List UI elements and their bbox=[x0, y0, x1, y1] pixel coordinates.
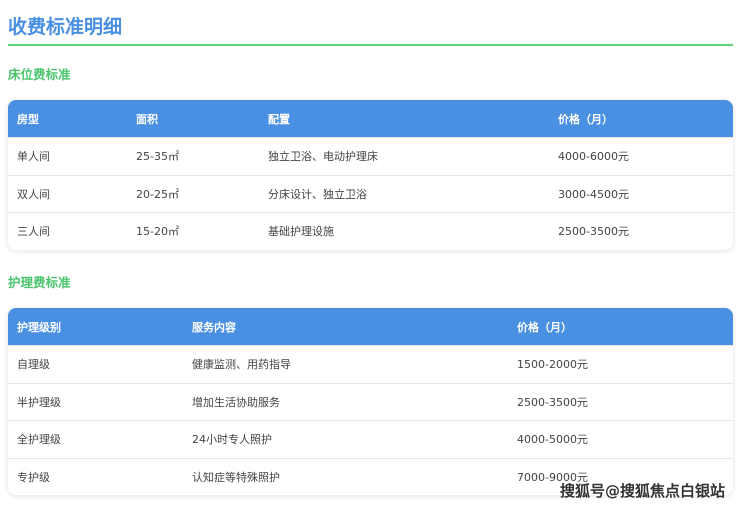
column-header: 护理级别 bbox=[17, 320, 61, 334]
column-header: 价格（月） bbox=[517, 320, 572, 334]
table-cell: 分床设计、独立卫浴 bbox=[268, 187, 367, 201]
table-cell: 1500-2000元 bbox=[517, 358, 588, 372]
table-cell: 25-35㎡ bbox=[136, 150, 179, 164]
column-header: 面积 bbox=[136, 112, 158, 126]
table-cell: 三人间 bbox=[17, 225, 50, 239]
table-header: 护理级别 服务内容 价格（月） bbox=[8, 308, 733, 345]
table-cell: 24小时专人照护 bbox=[192, 433, 272, 447]
column-header: 配置 bbox=[268, 112, 290, 126]
watermark: 搜狐号@搜狐焦点白银站 bbox=[560, 482, 726, 500]
title-divider bbox=[8, 44, 733, 46]
table-cell: 全护理级 bbox=[17, 433, 61, 447]
column-header: 服务内容 bbox=[192, 320, 236, 334]
column-header: 房型 bbox=[17, 112, 39, 126]
table-cell: 4000-5000元 bbox=[517, 433, 588, 447]
table-cell: 认知症等特殊照护 bbox=[192, 470, 280, 484]
table-cell: 健康监测、用药指导 bbox=[192, 358, 291, 372]
column-header: 价格（月） bbox=[558, 112, 613, 126]
bed-fee-table: 房型 面积 配置 价格（月） 单人间 25-35㎡ 独立卫浴、电动护理床 4000-6000元… bbox=[8, 100, 733, 250]
table-cell: 独立卫浴、电动护理床 bbox=[268, 150, 378, 164]
care-fee-table: 护理级别 服务内容 价格（月） 自理级 健康监测、用药指导 1500-2000元半护理级 增… bbox=[8, 308, 733, 495]
table-row: 全护理级 24小时专人照护 4000-5000元 bbox=[8, 420, 733, 458]
table-cell: 3000-4500元 bbox=[558, 187, 629, 201]
table-row: 单人间 25-35㎡ 独立卫浴、电动护理床 4000-6000元 bbox=[8, 137, 733, 175]
table-cell: 15-20㎡ bbox=[136, 225, 179, 239]
table-cell: 专护级 bbox=[17, 470, 50, 484]
table-cell: 2500-3500元 bbox=[517, 395, 588, 409]
table-cell: 2500-3500元 bbox=[558, 225, 629, 239]
table-cell: 20-25㎡ bbox=[136, 187, 179, 201]
table-row: 双人间 20-25㎡ 分床设计、独立卫浴 3000-4500元 bbox=[8, 174, 733, 213]
table-row: 三人间 15-20㎡ 基础护理设施 2500-3500元 bbox=[8, 212, 733, 250]
table-cell: 增加生活协助服务 bbox=[192, 395, 280, 409]
table-row: 半护理级 增加生活协助服务 2500-3500元 bbox=[8, 382, 733, 421]
page-title: 收费标准明细 bbox=[8, 16, 123, 38]
table-header: 房型 面积 配置 价格（月） bbox=[8, 100, 733, 137]
table-cell: 4000-6000元 bbox=[558, 150, 629, 164]
care-fee-heading: 护理费标准 bbox=[8, 275, 71, 290]
table-cell: 单人间 bbox=[17, 150, 50, 164]
table-row: 自理级 健康监测、用药指导 1500-2000元 bbox=[8, 345, 733, 383]
bed-fee-heading: 床位费标准 bbox=[8, 67, 71, 82]
table-cell: 自理级 bbox=[17, 358, 50, 372]
table-cell: 半护理级 bbox=[17, 395, 61, 409]
table-cell: 双人间 bbox=[17, 187, 50, 201]
table-cell: 基础护理设施 bbox=[268, 225, 334, 239]
